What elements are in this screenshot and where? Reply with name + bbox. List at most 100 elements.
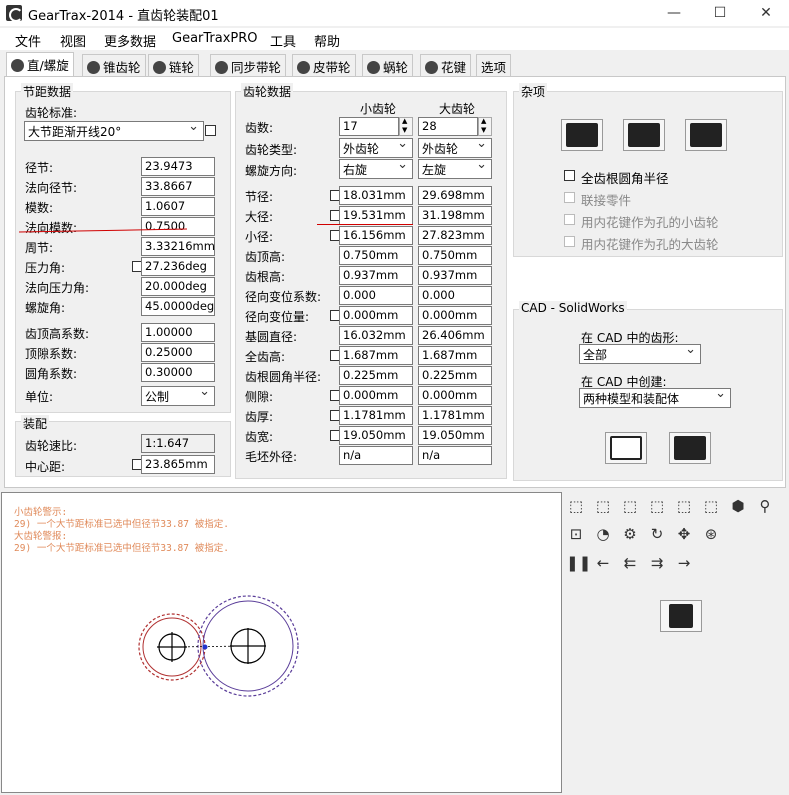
gear-row-large-value[interactable]: 1.687mm: [418, 346, 492, 365]
clipboard-button[interactable]: [660, 600, 702, 632]
menu-more-data[interactable]: 更多数据: [104, 31, 156, 50]
gear-row-small-value[interactable]: 19.531mm: [339, 206, 413, 225]
fast-back-icon[interactable]: ⇇: [620, 553, 640, 573]
cad-create-select[interactable]: 两种模型和装配体: [579, 386, 731, 408]
zoom-icon[interactable]: ⚙: [620, 524, 640, 544]
maximize-button[interactable]: ☐: [697, 0, 743, 26]
gear-standard-checkbox[interactable]: [205, 125, 216, 136]
pitch-row-value[interactable]: 45.0000deg: [141, 297, 215, 316]
minimize-button[interactable]: —: [651, 0, 697, 26]
gear-row-large-value[interactable]: 0.937mm: [418, 266, 492, 285]
tab-belt-pulley[interactable]: 皮带轮: [292, 54, 356, 76]
gear-row-large-value[interactable]: 0.000: [418, 286, 492, 305]
teeth-small-spinner[interactable]: [399, 117, 413, 136]
rotate-icon[interactable]: ↻: [647, 524, 667, 544]
teeth-large-spinner[interactable]: [478, 117, 492, 136]
pitch-row-value[interactable]: 1.0607: [141, 197, 215, 216]
gear-row-large-value[interactable]: 31.198mm: [418, 206, 492, 225]
gear-type-small-select[interactable]: 外齿轮: [339, 136, 413, 158]
tab-timing-pulley[interactable]: 同步带轮: [210, 54, 287, 76]
unit-select[interactable]: 公制: [141, 384, 215, 406]
gear-row-small-value[interactable]: 19.050mm: [339, 426, 413, 445]
zoom-fit-icon[interactable]: ⊡: [566, 524, 586, 544]
gear-row-small-value[interactable]: 0.000mm: [339, 306, 413, 325]
cad-shape-select[interactable]: 全部: [579, 342, 701, 364]
gear-row-label: 小径:: [245, 230, 274, 244]
helix-large-select[interactable]: 左旋: [418, 157, 492, 179]
gear-row-small-value[interactable]: n/a: [339, 446, 413, 465]
gear-row-large-value[interactable]: 0.000mm: [418, 306, 492, 325]
menu-tools[interactable]: 工具: [270, 31, 296, 50]
gear-row-large-value[interactable]: 1.1781mm: [418, 406, 492, 425]
gear-row-large-value[interactable]: 29.698mm: [418, 186, 492, 205]
step-forward-icon[interactable]: →: [674, 553, 694, 573]
gear-row-large-value[interactable]: 27.823mm: [418, 226, 492, 245]
menu-geartraxpro[interactable]: GearTraxPRO: [172, 31, 258, 46]
coefficient-value[interactable]: 0.25000: [141, 343, 215, 362]
pitch-row-value[interactable]: 27.236deg: [141, 257, 215, 276]
pitch-row-value[interactable]: 23.9473: [141, 157, 215, 176]
balance-scale-button[interactable]: [623, 119, 665, 151]
caliper-button[interactable]: [685, 119, 727, 151]
tab-spline[interactable]: 花键: [420, 54, 472, 76]
menu-view[interactable]: 视图: [60, 31, 86, 50]
tab-options[interactable]: 选项: [476, 54, 512, 76]
misc-checkbox[interactable]: [564, 170, 575, 181]
view-front-icon[interactable]: ⬚: [566, 496, 586, 516]
gear-row-small-value[interactable]: 18.031mm: [339, 186, 413, 205]
pan-icon[interactable]: ✥: [674, 524, 694, 544]
spin-icon[interactable]: ⊛: [701, 524, 721, 544]
step-back-icon[interactable]: ←: [593, 553, 613, 573]
gear-row-small-value[interactable]: 0.750mm: [339, 246, 413, 265]
pitch-row-value[interactable]: 3.33216mm: [141, 237, 215, 256]
gear-row-large-value[interactable]: 0.225mm: [418, 366, 492, 385]
table-button[interactable]: [605, 432, 647, 464]
misc-checkbox: [564, 236, 575, 247]
pause-icon[interactable]: ❚❚: [566, 553, 591, 573]
zoom-window-icon[interactable]: ◔: [593, 524, 613, 544]
gear-row-large-value[interactable]: 19.050mm: [418, 426, 492, 445]
gear-row-large-value[interactable]: 0.000mm: [418, 386, 492, 405]
teeth-large-input[interactable]: 28: [418, 117, 478, 136]
tab-sprocket[interactable]: 链轮: [148, 54, 200, 76]
tab-worm[interactable]: 蜗轮: [362, 54, 414, 76]
gear-row-small-value[interactable]: 0.000: [339, 286, 413, 305]
view-right-icon[interactable]: ⬚: [647, 496, 667, 516]
gear-row-small-value[interactable]: 0.225mm: [339, 366, 413, 385]
view-left-icon[interactable]: ⬚: [620, 496, 640, 516]
view-iso-icon[interactable]: ⬢: [728, 496, 748, 516]
teeth-small-input[interactable]: 17: [339, 117, 399, 136]
menu-file[interactable]: 文件: [15, 31, 41, 50]
gear-row-small-value[interactable]: 1.687mm: [339, 346, 413, 365]
gear-row-large-value[interactable]: 26.406mm: [418, 326, 492, 345]
tab-spur-helical[interactable]: 直/螺旋: [6, 52, 74, 76]
tab-bevel[interactable]: 锥齿轮: [82, 54, 146, 76]
gear-row-large-value[interactable]: 0.750mm: [418, 246, 492, 265]
view-bottom-icon[interactable]: ⬚: [701, 496, 721, 516]
gear-row-small-value[interactable]: 0.000mm: [339, 386, 413, 405]
cad-export-button[interactable]: [669, 432, 711, 464]
pitch-row-value[interactable]: 0.7500: [141, 217, 215, 236]
center-distance-value[interactable]: 23.865mm: [141, 455, 215, 474]
close-button[interactable]: ✕: [743, 0, 789, 26]
helix-small-select[interactable]: 右旋: [339, 157, 413, 179]
fast-forward-icon[interactable]: ⇉: [647, 553, 667, 573]
coefficient-value[interactable]: 0.30000: [141, 363, 215, 382]
menu-help[interactable]: 帮助: [314, 31, 340, 50]
view-top-icon[interactable]: ⬚: [674, 496, 694, 516]
gear-wheel-button[interactable]: [561, 119, 603, 151]
gear-row-large-value[interactable]: n/a: [418, 446, 492, 465]
gear-row-small-value[interactable]: 16.156mm: [339, 226, 413, 245]
gear-standard-select[interactable]: 大节距渐开线20°: [24, 119, 204, 141]
gear-row-small-value[interactable]: 16.032mm: [339, 326, 413, 345]
view-normal-icon[interactable]: ⚲: [755, 496, 775, 516]
view-back-icon[interactable]: ⬚: [593, 496, 613, 516]
gear-row-small-value[interactable]: 1.1781mm: [339, 406, 413, 425]
coefficient-value[interactable]: 1.00000: [141, 323, 215, 342]
gear-type-large-select[interactable]: 外齿轮: [418, 136, 492, 158]
misc-checkbox-label: 用内花键作为孔的小齿轮: [581, 215, 719, 230]
pitch-row-value[interactable]: 20.000deg: [141, 277, 215, 296]
gear-row-small-value[interactable]: 0.937mm: [339, 266, 413, 285]
cad-title: CAD - SolidWorks: [519, 301, 627, 315]
pitch-row-value[interactable]: 33.8667: [141, 177, 215, 196]
